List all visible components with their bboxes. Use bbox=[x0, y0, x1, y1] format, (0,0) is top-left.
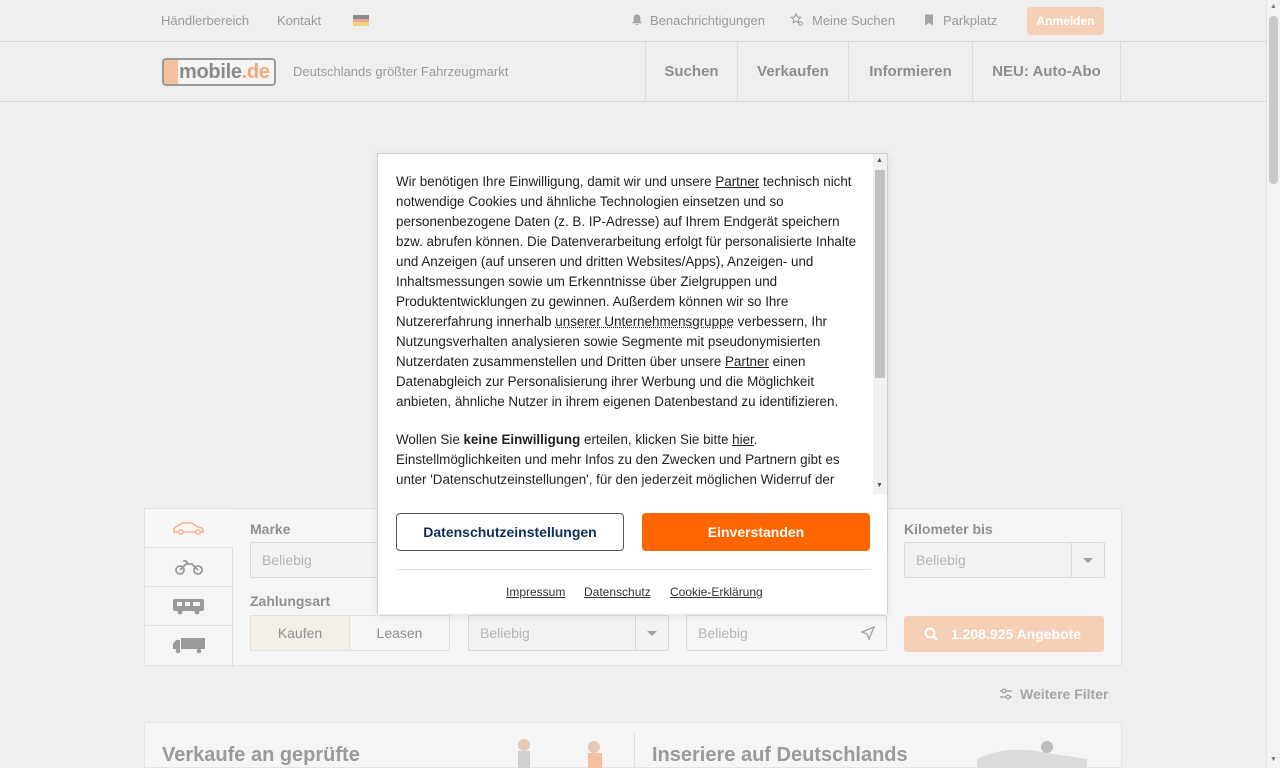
nav-sell[interactable]: Verkaufen bbox=[737, 42, 848, 102]
km-select[interactable]: Beliebig bbox=[904, 542, 1105, 578]
truck-icon bbox=[171, 635, 207, 655]
consent-text-area[interactable]: Wir benötigen Ihre Einwilligung, damit w… bbox=[378, 154, 887, 494]
tab-truck[interactable] bbox=[145, 626, 233, 665]
privacy-settings-button[interactable]: Datenschutzeinstellungen bbox=[396, 513, 624, 551]
nav-inform[interactable]: Informieren bbox=[848, 42, 972, 102]
teaser-list-title[interactable]: Inseriere auf Deutschlands bbox=[652, 744, 908, 767]
accept-button[interactable]: Einverstanden bbox=[642, 513, 870, 551]
decline-here-link[interactable]: hier bbox=[732, 432, 754, 447]
contact-link[interactable]: Kontakt bbox=[277, 13, 321, 28]
nav-search[interactable]: Suchen bbox=[645, 42, 737, 102]
star-search-icon bbox=[790, 13, 804, 27]
teaser-section: Verkaufe an geprüfte Inseriere auf Deuts… bbox=[144, 722, 1122, 768]
company-group-link[interactable]: unserer Unternehmensgruppe bbox=[555, 314, 734, 329]
bookmark-icon bbox=[922, 13, 936, 27]
partner-link-2[interactable]: Partner bbox=[725, 354, 769, 369]
privacy-link[interactable]: Datenschutz bbox=[584, 585, 651, 599]
tagline: Deutschlands größter Fahrzeugmarkt bbox=[293, 64, 508, 79]
payment-label: Zahlungsart bbox=[250, 593, 330, 609]
my-searches-link[interactable]: Meine Suchen bbox=[812, 13, 895, 28]
location-input[interactable]: Beliebig bbox=[686, 615, 887, 651]
payment-buy-toggle[interactable]: Kaufen bbox=[250, 615, 350, 651]
main-header: mobile.de Deutschlands größter Fahrzeugm… bbox=[0, 42, 1266, 102]
partner-link[interactable]: Partner bbox=[715, 174, 759, 189]
payment-lease-toggle[interactable]: Leasen bbox=[349, 615, 450, 651]
utility-bar: Händlerbereich Kontakt Benachrichtigunge… bbox=[0, 0, 1266, 42]
km-label: Kilometer bis bbox=[904, 521, 993, 537]
tab-car[interactable] bbox=[145, 509, 233, 548]
car-icon bbox=[171, 518, 207, 536]
page-scrollbar[interactable]: ▲ ▼ bbox=[1266, 0, 1280, 768]
cookie-statement-link[interactable]: Cookie-Erklärung bbox=[670, 585, 763, 599]
more-filters-link[interactable]: Weitere Filter bbox=[1000, 686, 1108, 702]
german-flag-icon[interactable] bbox=[353, 15, 369, 26]
nav-auto-abo[interactable]: NEU: Auto-Abo bbox=[972, 42, 1121, 102]
consent-actions: Datenschutzeinstellungen Einverstanden I… bbox=[378, 494, 887, 614]
people-illustration bbox=[510, 737, 610, 768]
rate-select[interactable]: Beliebig bbox=[468, 615, 669, 651]
consent-text: Wir benötigen Ihre Einwilligung, damit w… bbox=[396, 172, 862, 494]
camper-icon bbox=[171, 596, 207, 616]
motorbike-icon bbox=[171, 557, 207, 577]
car-illustration bbox=[977, 739, 1087, 768]
sliders-icon bbox=[999, 688, 1013, 700]
notifications-link[interactable]: Benachrichtigungen bbox=[650, 13, 765, 28]
login-button[interactable]: Anmelden bbox=[1027, 7, 1104, 35]
consent-paragraph-1: Wir benötigen Ihre Einwilligung, damit w… bbox=[396, 172, 862, 412]
dealer-area-link[interactable]: Händlerbereich bbox=[161, 13, 249, 28]
bell-icon bbox=[630, 13, 644, 27]
search-icon bbox=[924, 627, 938, 641]
tab-motorbike[interactable] bbox=[145, 548, 233, 587]
mobile-de-logo[interactable]: mobile.de bbox=[162, 58, 276, 86]
dialog-scrollbar[interactable]: ▲ ▼ bbox=[873, 154, 887, 494]
cookie-consent-dialog: Wir benötigen Ihre Einwilligung, damit w… bbox=[377, 153, 888, 614]
make-label: Marke bbox=[250, 521, 290, 537]
tab-camper[interactable] bbox=[145, 587, 233, 626]
vehicle-type-tabs bbox=[145, 509, 233, 667]
teaser-sell-title[interactable]: Verkaufe an geprüfte bbox=[162, 744, 360, 767]
show-offers-button[interactable]: 1.208.925 Angebote bbox=[904, 616, 1104, 652]
impressum-link[interactable]: Impressum bbox=[506, 585, 565, 599]
location-arrow-icon[interactable] bbox=[861, 626, 875, 640]
parking-link[interactable]: Parkplatz bbox=[943, 13, 997, 28]
